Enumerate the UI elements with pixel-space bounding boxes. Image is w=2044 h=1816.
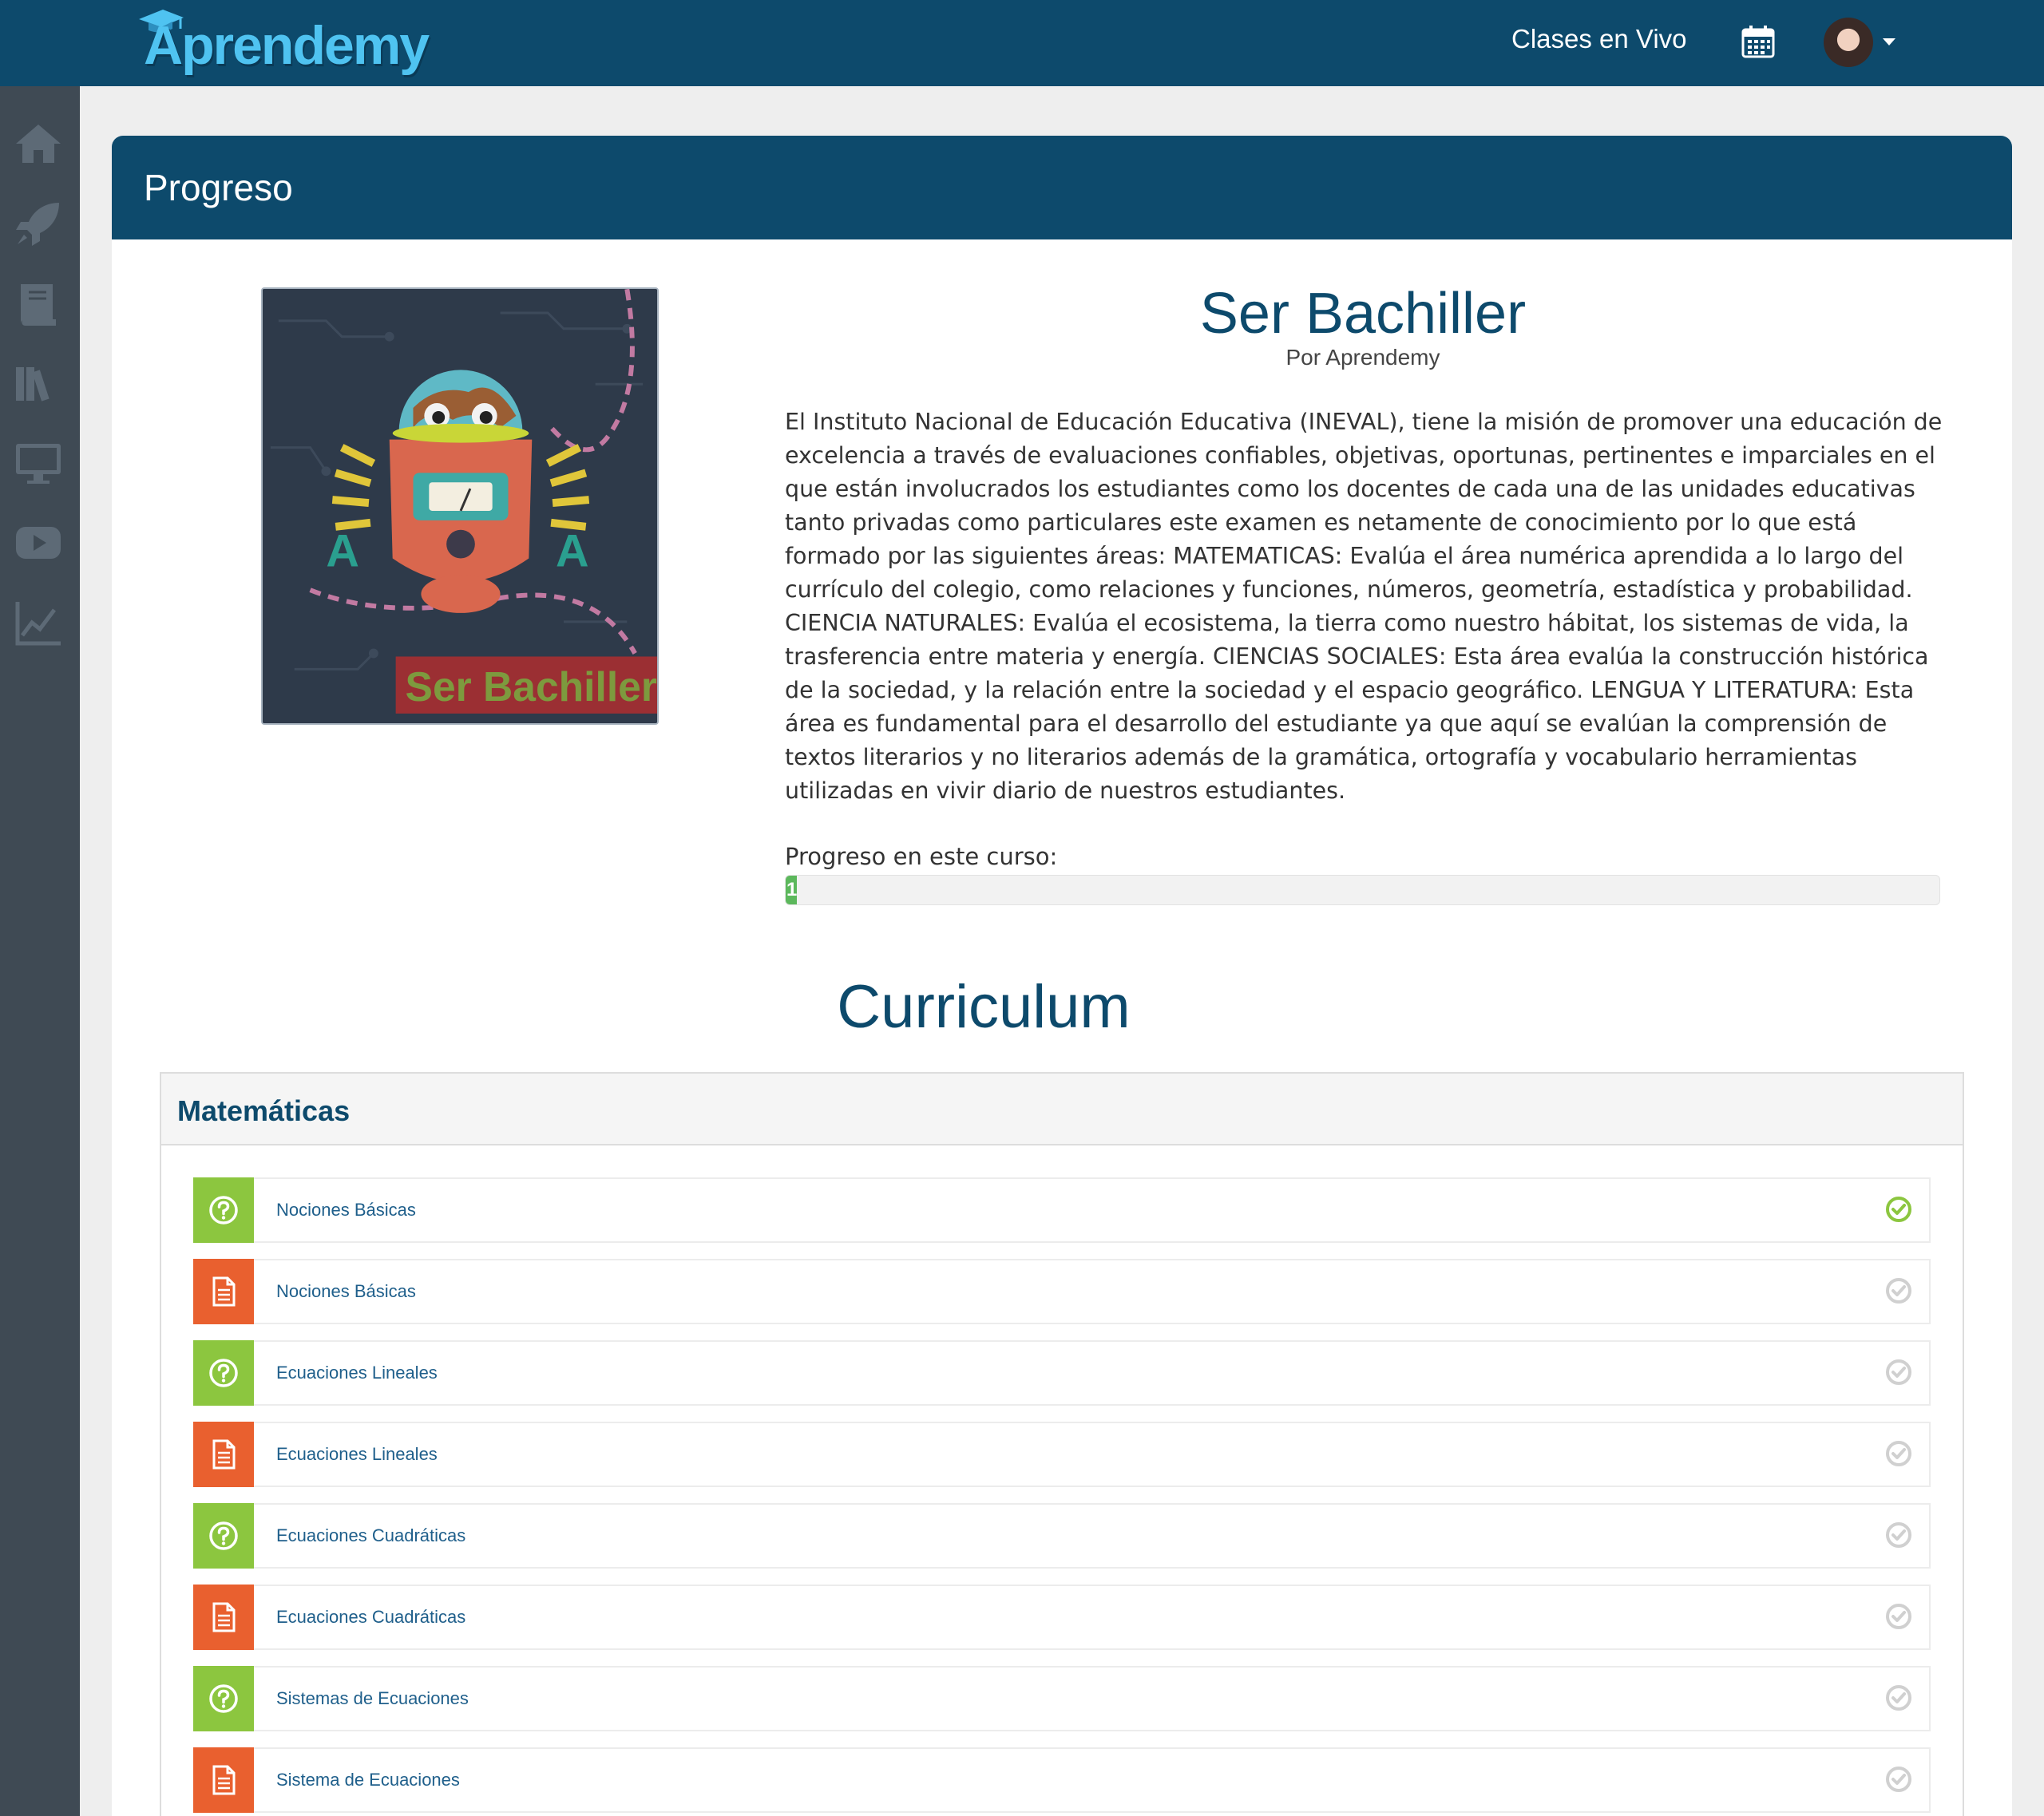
user-avatar[interactable] [1824, 18, 1873, 67]
lesson-list: Nociones Básicas Nociones Básicas Ecuaci… [193, 1177, 1931, 1816]
lesson-label[interactable]: Ecuaciones Lineales [276, 1342, 438, 1404]
quiz-icon [193, 1666, 254, 1731]
lesson-row[interactable]: Sistemas de Ecuaciones [193, 1666, 1931, 1731]
file-text-icon [212, 1439, 236, 1470]
file-text-icon [212, 1602, 236, 1632]
lesson-label[interactable]: Sistema de Ecuaciones [276, 1749, 460, 1811]
quiz-icon [193, 1177, 254, 1243]
course-cover-image: A A Ser Bachiller [261, 287, 659, 725]
quiz-icon [193, 1340, 254, 1406]
lesson-label[interactable]: Nociones Básicas [276, 1179, 416, 1241]
file-text-icon [212, 1276, 236, 1307]
lesson-label[interactable]: Ecuaciones Lineales [276, 1423, 438, 1486]
lesson-label[interactable]: Ecuaciones Cuadráticas [276, 1586, 465, 1648]
section-header[interactable]: Matemáticas [161, 1074, 1963, 1145]
document-icon [193, 1259, 254, 1324]
curriculum-heading: Curriculum [112, 972, 2012, 1042]
curriculum-title: Curriculum [837, 973, 1131, 1041]
lesson-row[interactable]: Nociones Básicas [193, 1177, 1931, 1243]
course-description: El Instituto Nacional de Educación Educa… [785, 409, 1943, 804]
video-icon[interactable] [13, 517, 64, 568]
pending-check-icon [1886, 1604, 1911, 1629]
pending-check-icon [1886, 1278, 1911, 1304]
section-title: Matemáticas [177, 1094, 351, 1127]
sidebar [0, 86, 80, 1816]
document-icon [193, 1422, 254, 1487]
lesson-row[interactable]: Ecuaciones Lineales [193, 1422, 1931, 1487]
quiz-icon [193, 1503, 254, 1569]
document-icon [193, 1747, 254, 1813]
completed-check-icon [1886, 1197, 1911, 1222]
pending-check-icon [1886, 1522, 1911, 1548]
calendar-icon[interactable] [1741, 24, 1776, 59]
lesson-row[interactable]: Sistema de Ecuaciones [193, 1747, 1931, 1813]
section-panel: Matemáticas Nociones Básicas Nociones Bá… [160, 1072, 1964, 1816]
lesson-row[interactable]: Ecuaciones Cuadráticas [193, 1503, 1931, 1569]
live-classes-link[interactable]: Clases en Vivo [1511, 24, 1687, 54]
lesson-row[interactable]: Nociones Básicas [193, 1259, 1931, 1324]
document-icon [193, 1585, 254, 1650]
lesson-label[interactable]: Sistemas de Ecuaciones [276, 1668, 469, 1730]
pending-check-icon [1886, 1685, 1911, 1711]
pending-check-icon [1886, 1359, 1911, 1385]
pending-check-icon [1886, 1441, 1911, 1466]
cover-letter-right: A [556, 525, 589, 576]
lesson-row[interactable]: Ecuaciones Cuadráticas [193, 1585, 1931, 1650]
file-text-icon [212, 1765, 236, 1795]
course-author: Por Aprendemy [1285, 345, 1440, 370]
top-navbar: Aprendemy Clases en Vivo [0, 0, 2044, 86]
course-title: Ser Bachiller [1199, 282, 1527, 346]
page-title: Progreso [144, 167, 293, 208]
question-circle-icon [209, 1196, 238, 1225]
question-circle-icon [209, 1684, 238, 1713]
monitor-icon[interactable] [13, 437, 64, 489]
lesson-label[interactable]: Ecuaciones Cuadráticas [276, 1505, 465, 1567]
progress-bar: 1 [785, 875, 1940, 905]
question-circle-icon [209, 1521, 238, 1550]
chart-icon[interactable] [13, 597, 64, 648]
card-header: Progreso [112, 136, 2012, 239]
progress-label: Progreso en este curso: [785, 843, 1058, 870]
brand-name: Aprendemy [144, 15, 430, 76]
lesson-label[interactable]: Nociones Básicas [276, 1260, 416, 1323]
progress-card: Progreso A A Ser Bachiller Ser Bachiller… [112, 136, 2012, 1816]
lesson-row[interactable]: Ecuaciones Lineales [193, 1340, 1931, 1406]
book-icon[interactable] [13, 278, 64, 329]
home-icon[interactable] [13, 118, 64, 169]
cover-letter-left: A [326, 525, 359, 576]
question-circle-icon [209, 1359, 238, 1387]
library-icon[interactable] [13, 358, 64, 409]
pending-check-icon [1886, 1767, 1911, 1792]
progress-bar-fill: 1 [786, 876, 798, 904]
cover-caption: Ser Bachiller [406, 663, 657, 710]
chevron-down-icon[interactable] [1883, 38, 1895, 45]
rocket-icon[interactable] [13, 198, 64, 249]
